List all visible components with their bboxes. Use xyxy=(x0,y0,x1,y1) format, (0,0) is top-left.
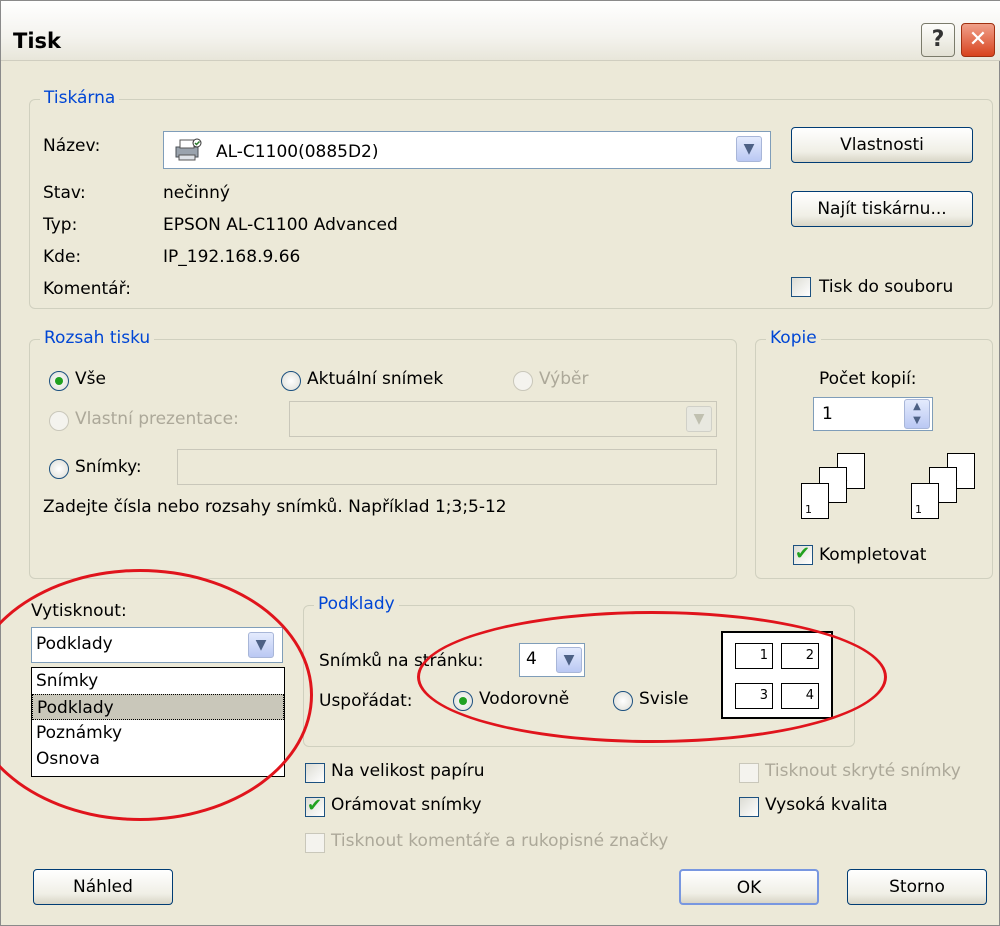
annotation-ellipse-right xyxy=(417,611,887,743)
range-selection-label: Výběr xyxy=(539,369,589,389)
chevron-down-icon: ▼ xyxy=(686,406,712,432)
print-hidden-label: Tisknout skryté snímky xyxy=(765,761,961,781)
collate-checkbox[interactable] xyxy=(793,543,813,565)
title-bar: Tisk ? ✕ xyxy=(1,1,1000,61)
chevron-down-icon[interactable]: ▼ xyxy=(736,136,762,162)
print-dialog: Tisk ? ✕ Tiskárna Název: AL-C1100(0885D2… xyxy=(0,0,1000,926)
range-current-radio[interactable] xyxy=(281,371,301,391)
handouts-legend: Podklady xyxy=(314,594,399,614)
custom-show-radio xyxy=(49,411,69,431)
fit-paper-label[interactable]: Na velikost papíru xyxy=(331,761,485,781)
print-to-file-checkbox[interactable] xyxy=(791,277,811,297)
comment-label: Komentář: xyxy=(43,279,131,299)
properties-button[interactable]: Vlastnosti xyxy=(791,127,973,163)
copies-count-input[interactable]: 1 ▲ ▼ xyxy=(813,397,933,431)
find-printer-button[interactable]: Najít tiskárnu... xyxy=(791,191,973,227)
copies-count-label: Počet kopií: xyxy=(819,369,917,389)
high-quality-label[interactable]: Vysoká kvalita xyxy=(765,795,888,815)
print-comments-label: Tisknout komentáře a rukopisné značky xyxy=(331,831,669,851)
preview-button[interactable]: Náhled xyxy=(33,869,173,905)
print-hidden-checkbox xyxy=(739,763,759,783)
slides-radio[interactable] xyxy=(49,459,69,479)
range-all-label[interactable]: Vše xyxy=(75,369,106,389)
where-value: IP_192.168.9.66 xyxy=(163,247,301,267)
collate-sheet: 1 xyxy=(911,483,939,519)
close-button[interactable]: ✕ xyxy=(961,23,995,57)
collate-sheet: 1 xyxy=(801,483,829,519)
printer-name-value: AL-C1100(0885D2) xyxy=(216,142,379,162)
range-all-radio[interactable] xyxy=(49,371,69,391)
high-quality-checkbox[interactable] xyxy=(739,797,759,817)
copies-count-value: 1 xyxy=(822,404,833,424)
help-button[interactable]: ? xyxy=(921,23,955,57)
status-value: nečinný xyxy=(163,183,230,203)
copies-legend: Kopie xyxy=(766,328,821,348)
collate-label[interactable]: Kompletovat xyxy=(819,545,926,565)
printer-icon xyxy=(175,138,202,161)
status-label: Stav: xyxy=(43,183,86,203)
order-label: Uspořádat: xyxy=(319,691,413,711)
frame-slides-label[interactable]: Orámovat snímky xyxy=(331,795,482,815)
custom-show-select: ▼ xyxy=(289,401,717,437)
slides-input[interactable] xyxy=(177,449,717,485)
print-comments-checkbox xyxy=(305,833,325,853)
printer-select[interactable]: AL-C1100(0885D2) ▼ xyxy=(163,131,771,169)
print-range-legend: Rozsah tisku xyxy=(40,328,155,348)
type-value: EPSON AL-C1100 Advanced xyxy=(163,215,398,235)
copies-spinner[interactable]: ▲ ▼ xyxy=(904,399,930,429)
cancel-button[interactable]: Storno xyxy=(847,869,987,905)
printer-name-label: Název: xyxy=(43,136,101,156)
slides-label[interactable]: Snímky: xyxy=(75,457,142,477)
frame-slides-checkbox[interactable] xyxy=(305,795,325,817)
fit-paper-checkbox[interactable] xyxy=(305,763,325,783)
range-current-label[interactable]: Aktuální snímek xyxy=(307,369,443,389)
where-label: Kde: xyxy=(43,247,82,267)
custom-show-label: Vlastní prezentace: xyxy=(75,409,239,429)
ok-button[interactable]: OK xyxy=(679,869,819,905)
printer-legend: Tiskárna xyxy=(40,88,120,108)
range-hint: Zadejte čísla nebo rozsahy snímků. Napří… xyxy=(43,497,507,517)
type-label: Typ: xyxy=(43,215,78,235)
annotation-ellipse-left xyxy=(0,569,313,821)
dialog-title: Tisk xyxy=(13,29,61,53)
range-selection-radio xyxy=(513,371,533,391)
print-to-file-label[interactable]: Tisk do souboru xyxy=(819,277,953,297)
